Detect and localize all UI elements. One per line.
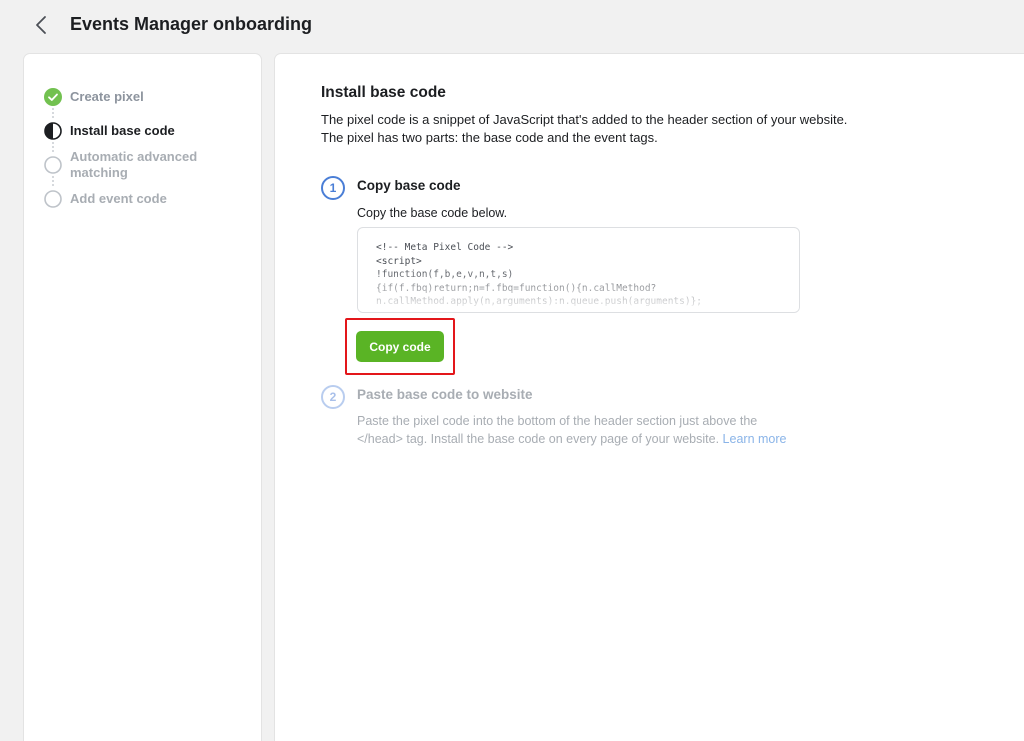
sidebar-step-label: Automatic advanced matching	[70, 149, 198, 180]
main-panel: Install base code The pixel code is a sn…	[275, 54, 1024, 741]
sidebar-step-automatic-advanced-matching[interactable]: Automatic advanced matching	[44, 148, 254, 182]
sidebar-step-label: Install base code	[70, 123, 175, 138]
empty-circle-icon	[44, 156, 62, 174]
code-line: n.callMethod.apply(n,arguments):n.queue.…	[376, 296, 703, 307]
intro-line: The pixel code is a snippet of JavaScrip…	[321, 112, 848, 127]
back-button[interactable]	[28, 12, 54, 38]
section-title: Install base code	[321, 84, 446, 101]
intro-line: The pixel has two parts: the base code a…	[321, 130, 658, 145]
half-circle-icon	[44, 122, 62, 140]
step-description: Copy the base code below.	[357, 206, 508, 220]
chevron-left-icon	[36, 16, 46, 34]
step-number-badge: 1	[321, 176, 345, 200]
sidebar-step-add-event-code[interactable]: Add event code	[44, 182, 254, 216]
code-line: {if(f.fbq)return;n=f.fbq=function(){n.ca…	[376, 282, 657, 294]
learn-more-link[interactable]: Learn more	[723, 432, 787, 446]
intro-text: The pixel code is a snippet of JavaScrip…	[321, 111, 881, 147]
step-title: Paste base code to website	[357, 387, 533, 402]
code-line: <script>	[376, 255, 422, 267]
step-title: Copy base code	[357, 178, 461, 193]
sidebar-step-label: Add event code	[70, 191, 167, 206]
step-number-badge: 2	[321, 385, 345, 409]
code-line: <!-- Meta Pixel Code -->	[376, 242, 514, 253]
check-circle-icon	[44, 88, 62, 106]
sidebar-step-install-base-code[interactable]: Install base code	[44, 114, 254, 148]
copy-code-button[interactable]: Copy code	[356, 331, 444, 362]
header-bar: Events Manager onboarding	[0, 0, 1024, 50]
code-line: !function(f,b,e,v,n,t,s)	[376, 269, 514, 280]
step-description-line: Paste the pixel code into the bottom of …	[357, 414, 758, 428]
steps-sidebar: Create pixel Install base code Automatic…	[24, 54, 261, 741]
step-description: Paste the pixel code into the bottom of …	[357, 412, 797, 448]
base-code-box[interactable]: <!-- Meta Pixel Code --> <script> !funct…	[357, 227, 800, 313]
sidebar-step-create-pixel[interactable]: Create pixel	[44, 80, 254, 114]
step-list: Create pixel Install base code Automatic…	[44, 80, 254, 216]
sidebar-step-label: Create pixel	[70, 89, 144, 104]
step-description-text: </head> tag. Install the base code on ev…	[357, 432, 720, 446]
page-title: Events Manager onboarding	[70, 14, 313, 34]
empty-circle-icon	[44, 190, 62, 208]
step-description-line: </head> tag. Install the base code on ev…	[357, 430, 797, 448]
